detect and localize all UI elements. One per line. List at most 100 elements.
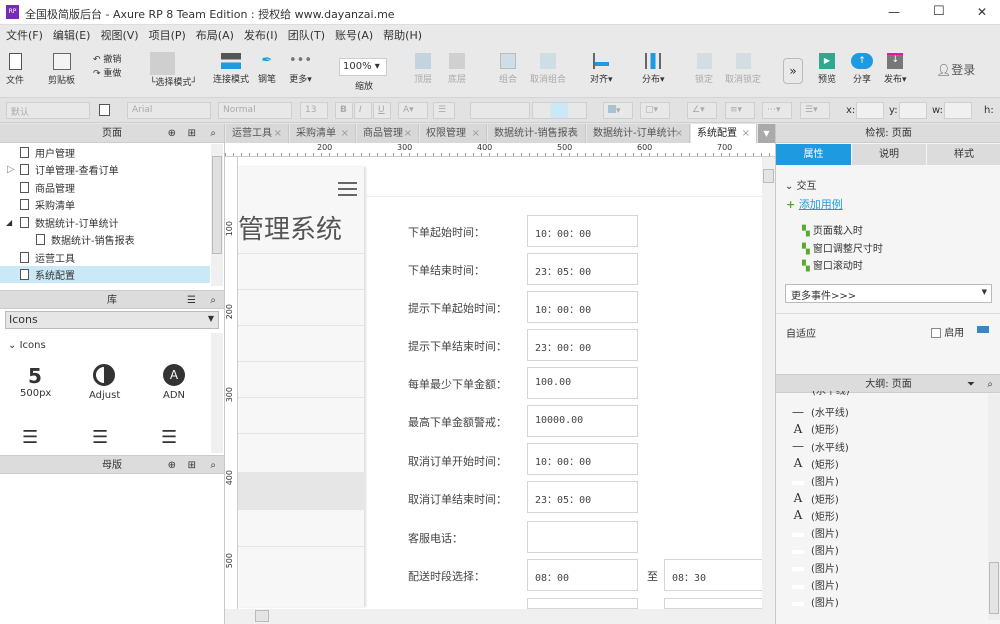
outline-partial-item[interactable]: (水平线)	[812, 391, 850, 398]
add-master-icon[interactable]: ⊕	[168, 456, 176, 475]
order-end-time-input[interactable]: 23：05：00	[527, 253, 638, 285]
library-scrollbar[interactable]	[211, 333, 223, 453]
outline-item[interactable]: (图片)	[791, 472, 839, 489]
menu-view[interactable]: 视图(V)	[100, 27, 138, 43]
next-field-input[interactable]	[527, 598, 638, 609]
menu-layout[interactable]: 布局(A)	[196, 27, 234, 43]
page-item[interactable]: 商品管理	[20, 179, 210, 196]
undo-button[interactable]: ↶ 撤销	[93, 52, 121, 65]
line-width-button[interactable]: ≡▾	[725, 102, 755, 119]
tab-purchase[interactable]: 采购清单 ×	[290, 124, 356, 143]
w-input[interactable]	[944, 102, 972, 119]
tab-ops-tools[interactable]: 运营工具 ×	[226, 124, 289, 143]
collapse-icon[interactable]: ◢	[6, 218, 12, 227]
share-button[interactable]: ↑ 分享	[851, 53, 873, 85]
lock-button[interactable]: 锁定	[695, 53, 713, 85]
tab-list-dropdown[interactable]: ▼	[758, 124, 775, 143]
outline-item[interactable]: A (矩形)	[791, 420, 839, 437]
cancel-end-time-input[interactable]: 23：05：00	[527, 481, 638, 513]
shadow-button[interactable]: ▢▾	[640, 102, 670, 119]
tab-system-config[interactable]: 系统配置 ×	[691, 124, 757, 143]
adaptive-views-icon[interactable]	[977, 326, 989, 333]
cancel-start-time-input[interactable]: 10：00：00	[527, 443, 638, 475]
minimize-button[interactable]: —	[888, 5, 900, 19]
close-tab-icon[interactable]: ×	[341, 124, 349, 143]
outline-item[interactable]: (图片)	[791, 576, 839, 593]
font-color-button[interactable]: A▾	[398, 102, 428, 119]
event-window-resize[interactable]: ▚ 窗口调整尺寸时	[802, 240, 883, 255]
underline-button[interactable]: U	[373, 102, 391, 119]
vertical-align-group[interactable]	[532, 102, 587, 119]
line-style-button[interactable]: ⋯▾	[762, 102, 792, 119]
zoom-select[interactable]: 100% ▾	[339, 58, 387, 76]
font-select[interactable]: Arial	[127, 102, 211, 119]
pages-scrollbar[interactable]	[211, 144, 223, 286]
event-window-scroll[interactable]: ▚ 窗口滚动时	[802, 257, 863, 272]
tab-sales-report[interactable]: 数据统计-销售报表 ×	[488, 124, 586, 143]
tab-permissions[interactable]: 权限管理 ×	[420, 124, 487, 143]
style-select[interactable]: 默认	[6, 102, 90, 119]
publish-button[interactable]: ↓ 发布▾	[884, 53, 907, 85]
sidebar-active-row[interactable]	[238, 472, 365, 510]
add-folder-icon[interactable]: ⊞	[188, 456, 196, 475]
vertical-scrollbar[interactable]	[762, 157, 775, 609]
search-icon[interactable]: ⌕	[210, 456, 216, 475]
x-input[interactable]	[856, 102, 884, 119]
outline-item[interactable]: A (矩形)	[791, 455, 839, 472]
delivery-start-input[interactable]: 08：00	[527, 559, 638, 591]
menu-icon[interactable]: ☰	[187, 291, 196, 310]
group-button[interactable]: 组合	[499, 53, 517, 85]
reminder-end-time-input[interactable]: 23：00：00	[527, 329, 638, 361]
outline-item[interactable]: (图片)	[791, 524, 839, 541]
enable-adaptive-checkbox[interactable]: 启用	[931, 324, 964, 339]
close-tab-icon[interactable]: ×	[742, 124, 750, 143]
page-item[interactable]: 采购清单	[20, 196, 210, 213]
menu-help[interactable]: 帮助(H)	[383, 27, 422, 43]
tab-order-stats[interactable]: 数据统计-订单统计 ×	[587, 124, 690, 143]
outline-item[interactable]: (图片)	[791, 541, 839, 558]
distribute-button[interactable]: 分布▾	[642, 53, 665, 85]
arrow-style-button[interactable]: ☰▾	[800, 102, 830, 119]
reminder-start-time-input[interactable]: 10：00：00	[527, 291, 638, 323]
search-icon[interactable]: ⌕	[210, 291, 216, 310]
connect-mode-button[interactable]: 连接模式	[213, 53, 249, 85]
align-button[interactable]: 对齐▾	[590, 53, 613, 85]
outline-item[interactable]: A (矩形)	[791, 490, 839, 507]
outline-item[interactable]: — (水平线)	[791, 403, 849, 420]
add-page-icon[interactable]: ⊕	[168, 124, 176, 143]
add-folder-icon[interactable]: ⊞	[188, 124, 196, 143]
interaction-section[interactable]: ⌄ 交互	[785, 177, 817, 192]
order-start-time-input[interactable]: 10：00：00	[527, 215, 638, 247]
outline-item[interactable]: — (水平线)	[791, 438, 849, 455]
page-item-selected[interactable]: 系统配置	[0, 266, 210, 283]
close-tab-icon[interactable]: ×	[472, 124, 480, 143]
clipboard-button[interactable]: 剪贴板	[48, 53, 75, 86]
close-tab-icon[interactable]: ×	[274, 124, 282, 143]
add-case-link[interactable]: + 添加用例	[786, 196, 843, 212]
bullet-list-button[interactable]: ☰	[433, 102, 455, 119]
filter-icon[interactable]: ⏷	[967, 375, 975, 394]
format-painter-icon[interactable]	[99, 104, 110, 116]
tab-style[interactable]: 样式	[927, 144, 1000, 165]
next-field-input[interactable]	[664, 598, 762, 609]
redo-button[interactable]: ↷ 重做	[93, 66, 121, 79]
bring-to-top-button[interactable]: 顶层	[414, 53, 432, 85]
menu-publish[interactable]: 发布(I)	[244, 27, 278, 43]
library-select[interactable]: Icons ▼	[5, 311, 219, 329]
menu-team[interactable]: 团队(T)	[288, 27, 325, 43]
page-item[interactable]: 数据统计-销售报表	[36, 231, 226, 248]
text-align-group[interactable]	[470, 102, 530, 119]
close-button[interactable]: ✕	[977, 5, 987, 19]
menu-project[interactable]: 项目(P)	[149, 27, 186, 43]
max-order-alert-input[interactable]: 10000.00	[527, 405, 638, 437]
search-icon[interactable]: ⌕	[987, 375, 993, 394]
page-item[interactable]: ▷ 订单管理-查看订单	[7, 161, 210, 178]
library-icon-adjust[interactable]: Adjust	[89, 364, 120, 401]
expand-toolbar-button[interactable]: »	[783, 58, 803, 84]
tab-properties[interactable]: 属性	[776, 144, 851, 165]
file-button[interactable]: 文件	[6, 53, 24, 86]
horizontal-scrollbar[interactable]	[238, 609, 775, 624]
line-color-button[interactable]: ∠▾	[687, 102, 717, 119]
unlock-button[interactable]: 取消锁定	[725, 53, 761, 85]
page-item[interactable]: ◢ 数据统计-订单统计	[6, 214, 210, 231]
